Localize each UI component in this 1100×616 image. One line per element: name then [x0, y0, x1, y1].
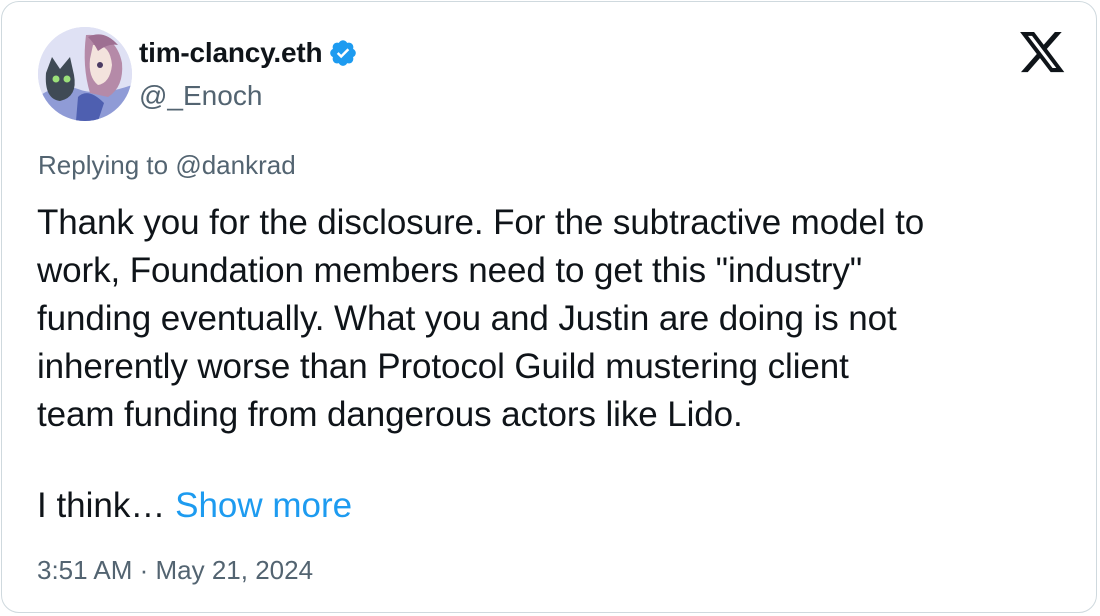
reply-context: Replying to @dankrad: [38, 150, 296, 181]
tweet-body: Thank you for the disclosure. For the su…: [37, 203, 925, 434]
author-display-name[interactable]: tim-clancy.eth: [139, 37, 323, 69]
anime-avatar-icon: [38, 27, 132, 121]
avatar[interactable]: [38, 27, 132, 121]
tweet-timestamp[interactable]: 3:51 AM · May 21, 2024: [37, 555, 313, 586]
tweet-truncated-line: I think… Show more: [37, 482, 352, 530]
tweet-truncated-text: I think…: [37, 486, 166, 525]
author-handle[interactable]: @_Enoch: [139, 80, 262, 112]
reply-to-handle[interactable]: @dankrad: [175, 150, 295, 180]
reply-prefix: Replying to: [38, 150, 169, 180]
show-more-link[interactable]: Show more: [175, 486, 352, 525]
x-logo-icon[interactable]: [1020, 32, 1066, 74]
verified-badge-icon: [328, 38, 358, 68]
author-row: tim-clancy.eth: [139, 35, 358, 71]
tweet-card: tim-clancy.eth @_Enoch Replying to @dank…: [1, 1, 1097, 613]
